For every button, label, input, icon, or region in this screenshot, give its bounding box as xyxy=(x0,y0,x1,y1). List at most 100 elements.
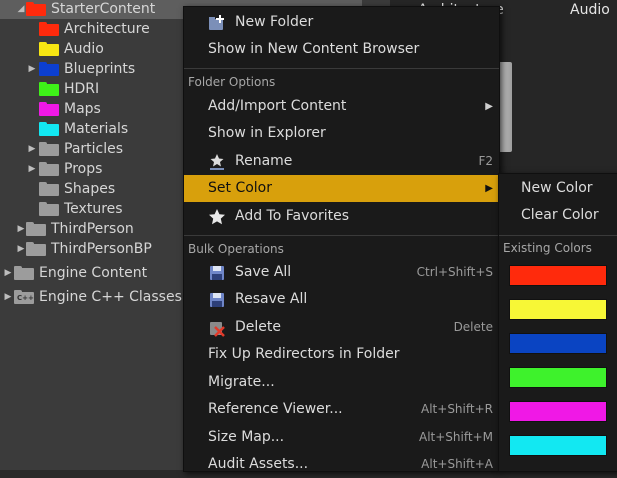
show-in-new-content-browser-item[interactable]: Show in New Content Browser xyxy=(184,36,499,63)
color-swatch[interactable] xyxy=(509,265,607,286)
resave-all-label: Resave All xyxy=(235,291,308,307)
folder-context-menu: New Folder Show in New Content Browser F… xyxy=(183,6,500,472)
new-folder-item[interactable]: New Folder xyxy=(184,9,499,36)
tree-item-label: Props xyxy=(64,161,103,177)
reference-viewer-item[interactable]: Reference Viewer... Alt+Shift+R xyxy=(184,396,499,423)
save-icon xyxy=(210,266,224,280)
tree-item-label: Particles xyxy=(64,141,124,157)
audit-assets-label: Audit Assets... xyxy=(208,456,309,472)
audit-assets-item[interactable]: Audit Assets... Alt+Shift+A xyxy=(184,451,499,478)
folder-icon xyxy=(26,242,46,256)
folder-icon xyxy=(39,42,59,56)
folder-icon: C++ xyxy=(14,290,34,304)
set-color-label: Set Color xyxy=(208,180,272,196)
rename-label: Rename xyxy=(235,153,293,169)
size-map-shortcut: Alt+Shift+M xyxy=(419,430,493,444)
new-color-label: New Color xyxy=(521,180,593,196)
delete-label: Delete xyxy=(235,319,281,335)
tree-item-label: HDRI xyxy=(64,81,100,97)
tree-item-label: Engine C++ Classes xyxy=(39,289,182,305)
tree-item-label: Maps xyxy=(64,101,101,117)
tree-item-label: ThirdPersonBP xyxy=(51,241,152,257)
folder-icon xyxy=(39,82,59,96)
color-swatch[interactable] xyxy=(509,401,607,422)
folder-icon xyxy=(39,102,59,116)
star-icon xyxy=(209,209,225,225)
asset-tile-label-audio[interactable]: Audio xyxy=(570,0,610,20)
collapse-arrow-icon[interactable]: ▶ xyxy=(27,139,37,159)
tree-item-label: Engine Content xyxy=(39,265,148,281)
delete-icon xyxy=(210,322,225,337)
color-swatch[interactable] xyxy=(509,367,607,388)
collapse-arrow-icon[interactable]: ▶ xyxy=(27,59,37,79)
add-import-content-item[interactable]: Add/Import Content ▶ xyxy=(184,93,499,120)
size-map-label: Size Map... xyxy=(208,429,285,445)
collapse-arrow-icon[interactable]: ▶ xyxy=(3,263,13,283)
folder-icon xyxy=(39,142,59,156)
color-swatch[interactable] xyxy=(509,435,607,456)
tree-item-label: Architecture xyxy=(64,21,150,37)
audit-assets-shortcut: Alt+Shift+A xyxy=(421,457,493,471)
add-to-favorites-label: Add To Favorites xyxy=(235,208,349,224)
tree-item-label: Blueprints xyxy=(64,61,136,77)
show-in-explorer-label: Show in Explorer xyxy=(208,125,326,141)
reference-viewer-label: Reference Viewer... xyxy=(208,401,343,417)
color-swatch[interactable] xyxy=(509,299,607,320)
submenu-arrow-icon: ▶ xyxy=(485,183,493,194)
show-in-explorer-item[interactable]: Show in Explorer xyxy=(184,120,499,147)
add-to-favorites-item[interactable]: Add To Favorites xyxy=(184,203,499,230)
migrate-item[interactable]: Migrate... xyxy=(184,369,499,396)
collapse-arrow-icon[interactable]: ▶ xyxy=(27,159,37,179)
folder-icon xyxy=(39,22,59,36)
folder-icon xyxy=(14,266,34,280)
bulk-operations-header: Bulk Operations xyxy=(188,242,284,256)
show-in-new-content-browser-label: Show in New Content Browser xyxy=(208,41,420,57)
collapse-arrow-icon[interactable]: ▶ xyxy=(16,219,26,239)
delete-item[interactable]: Delete Delete xyxy=(184,314,499,341)
tree-item-label: Shapes xyxy=(64,181,116,197)
new-folder-icon xyxy=(209,15,224,30)
rename-icon xyxy=(210,154,224,170)
collapse-arrow-icon[interactable]: ▶ xyxy=(3,287,13,307)
existing-colors-header: Existing Colors xyxy=(503,241,592,255)
folder-icon xyxy=(39,122,59,136)
expand-arrow-icon[interactable]: ◢ xyxy=(16,0,26,19)
menu-separator xyxy=(499,235,617,236)
resave-all-item[interactable]: Resave All xyxy=(184,286,499,313)
folder-icon xyxy=(39,162,59,176)
tree-item-label: Audio xyxy=(64,41,104,57)
submenu-arrow-icon: ▶ xyxy=(485,101,493,112)
menu-separator xyxy=(184,68,499,69)
folder-icon xyxy=(39,62,59,76)
rename-item[interactable]: Rename F2 xyxy=(184,148,499,175)
set-color-item[interactable]: Set Color ▶ xyxy=(184,175,499,202)
folder-icon xyxy=(39,182,59,196)
rename-shortcut: F2 xyxy=(478,154,493,168)
tree-item-label: StarterContent xyxy=(51,1,156,17)
delete-shortcut: Delete xyxy=(453,320,493,334)
save-all-label: Save All xyxy=(235,264,292,280)
fix-up-redirectors-label: Fix Up Redirectors in Folder xyxy=(208,346,400,362)
new-folder-label: New Folder xyxy=(235,14,314,30)
save-icon xyxy=(210,293,224,307)
migrate-label: Migrate... xyxy=(208,374,275,390)
menu-separator xyxy=(184,235,499,236)
collapse-arrow-icon[interactable]: ▶ xyxy=(16,239,26,259)
new-color-item[interactable]: New Color xyxy=(499,175,617,202)
clear-color-item[interactable]: Clear Color xyxy=(499,202,617,229)
folder-icon xyxy=(26,222,46,236)
set-color-submenu: New Color Clear Color Existing Colors xyxy=(498,173,617,472)
color-swatch[interactable] xyxy=(509,333,607,354)
tree-item-label: Textures xyxy=(64,201,123,217)
save-all-shortcut: Ctrl+Shift+S xyxy=(416,265,493,279)
add-import-content-label: Add/Import Content xyxy=(208,98,347,114)
folder-options-header: Folder Options xyxy=(188,75,276,89)
tree-item-label: Materials xyxy=(64,121,129,137)
fix-up-redirectors-item[interactable]: Fix Up Redirectors in Folder xyxy=(184,341,499,368)
folder-icon xyxy=(39,202,59,216)
folder-icon xyxy=(26,2,46,16)
size-map-item[interactable]: Size Map... Alt+Shift+M xyxy=(184,424,499,451)
clear-color-label: Clear Color xyxy=(521,207,599,223)
reference-viewer-shortcut: Alt+Shift+R xyxy=(421,402,493,416)
save-all-item[interactable]: Save All Ctrl+Shift+S xyxy=(184,259,499,286)
